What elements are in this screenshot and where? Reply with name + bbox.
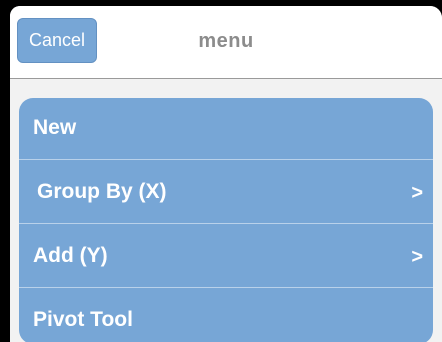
navigation-bar: Cancel menu: [10, 6, 442, 79]
chevron-right-icon: >: [411, 182, 423, 204]
menu-item-add[interactable]: Add (Y) >: [19, 224, 433, 288]
device-frame: Cancel menu New Group By (X) > Add (Y) >…: [0, 0, 442, 342]
menu-list: New Group By (X) > Add (Y) > Pivot Tool: [19, 98, 433, 342]
screen: Cancel menu New Group By (X) > Add (Y) >…: [10, 6, 442, 342]
menu-item-new[interactable]: New: [19, 98, 433, 160]
menu-item-label: New: [33, 116, 77, 139]
page-title: menu: [198, 30, 254, 52]
menu-item-pivot-tool[interactable]: Pivot Tool: [19, 288, 433, 342]
menu-item-label: Add (Y): [33, 244, 108, 267]
chevron-right-icon: >: [411, 246, 423, 268]
menu-item-label: Pivot Tool: [33, 308, 133, 331]
menu-item-label: Group By (X): [37, 180, 167, 203]
menu-item-group-by[interactable]: Group By (X) >: [19, 160, 433, 224]
